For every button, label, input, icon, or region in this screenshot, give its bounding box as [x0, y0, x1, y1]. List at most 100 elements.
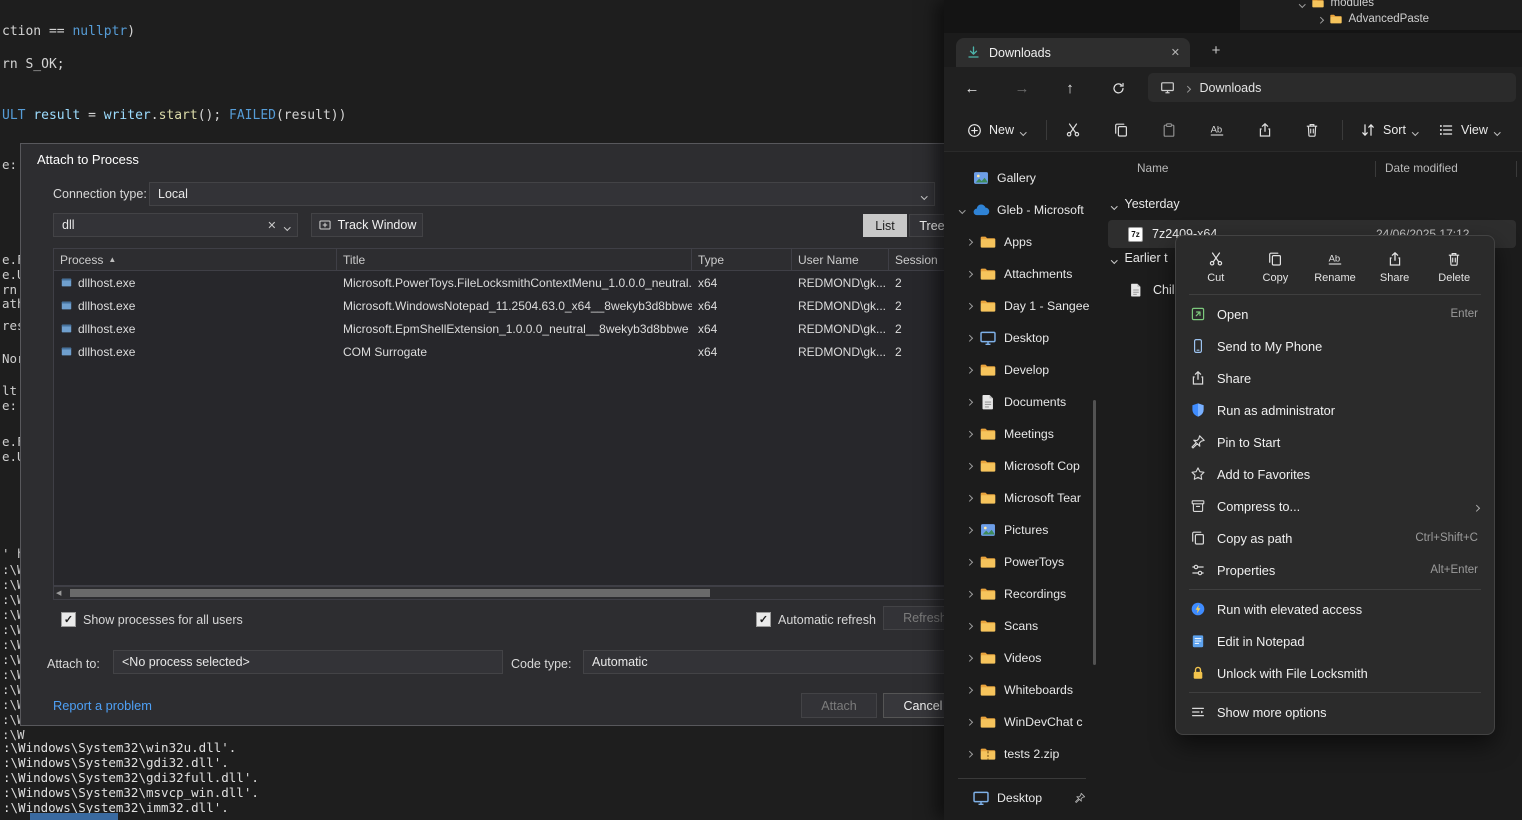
sidebar-item-apps[interactable]: Apps [952, 226, 1092, 258]
sidebar-scrollbar[interactable] [1093, 400, 1096, 665]
menu-item-open[interactable]: Open Enter [1180, 298, 1490, 330]
code-type-field[interactable]: Automatic [583, 650, 944, 674]
downloads-tab[interactable]: Downloads ✕ [956, 38, 1190, 67]
elevated-access-icon [1190, 601, 1206, 617]
menu-item-unlock-file-locksmith[interactable]: Unlock with File Locksmith [1180, 657, 1490, 689]
sort-button[interactable]: Sort [1352, 116, 1425, 144]
forward-button[interactable]: → [1010, 76, 1034, 100]
horizontal-scrollbar[interactable]: ◀ [53, 586, 944, 600]
sidebar-item-videos[interactable]: Videos [952, 642, 1092, 674]
connection-type-select[interactable]: Local [149, 182, 935, 206]
sidebar-item-meetings[interactable]: Meetings [952, 418, 1092, 450]
sidebar-item-tests-zip[interactable]: tests 2.zip [952, 738, 1092, 770]
list-view-button[interactable]: List [863, 214, 907, 237]
menu-item-copy-as-path[interactable]: Copy as path Ctrl+Shift+C [1180, 522, 1490, 554]
menu-item-show-more-options[interactable]: Show more options [1180, 696, 1490, 728]
quick-action-cut[interactable]: Cut [1186, 243, 1246, 291]
group-header-earlier[interactable]: Earlier t [1112, 251, 1168, 265]
address-bar[interactable]: Downloads [1148, 73, 1516, 102]
close-tab-icon[interactable]: ✕ [1171, 46, 1180, 59]
process-filter-input[interactable]: dll ✕ [53, 213, 298, 237]
quick-action-label: Rename [1314, 272, 1356, 284]
sidebar-item-windevchat[interactable]: WinDevChat c [952, 706, 1092, 738]
menu-item-edit-in-notepad[interactable]: Edit in Notepad [1180, 625, 1490, 657]
sidebar-item-onedrive[interactable]: Gleb - Microsoft [952, 194, 1092, 226]
column-header-type[interactable]: Type [692, 249, 792, 270]
column-header-title[interactable]: Title [337, 249, 692, 270]
track-window-button[interactable]: Track Window [311, 213, 423, 237]
up-button[interactable]: ↑ [1058, 76, 1082, 100]
quick-action-copy[interactable]: Copy [1246, 243, 1306, 291]
sidebar-item-gallery[interactable]: Gallery [952, 162, 1092, 194]
back-button[interactable]: ← [960, 76, 984, 100]
copy-button[interactable] [1104, 116, 1138, 144]
menu-item-run-as-administrator[interactable]: Run as administrator [1180, 394, 1490, 426]
sidebar-item-attachments[interactable]: Attachments [952, 258, 1092, 290]
new-button[interactable]: New [958, 116, 1035, 144]
refresh-button[interactable] [1106, 76, 1130, 100]
share-button[interactable] [1248, 116, 1282, 144]
clear-filter-icon[interactable]: ✕ [267, 219, 276, 232]
column-divider[interactable] [1375, 161, 1376, 177]
menu-item-add-to-favorites[interactable]: Add to Favorites [1180, 458, 1490, 490]
cancel-button[interactable]: Cancel [883, 693, 944, 718]
cut-button[interactable] [1056, 116, 1090, 144]
sidebar-item-scans[interactable]: Scans [952, 610, 1092, 642]
table-row[interactable]: dllhost.exe Microsoft.PowerToys.FileLock… [54, 271, 944, 294]
tree-item-advancedpaste[interactable]: AdvancedPaste [1318, 12, 1429, 26]
column-header-user[interactable]: User Name [792, 249, 889, 270]
show-processes-checkbox[interactable]: ✓ [61, 612, 76, 627]
paste-button[interactable] [1152, 116, 1186, 144]
tree-item-modules[interactable]: modules [1300, 0, 1374, 10]
menu-item-pin-to-start[interactable]: Pin to Start [1180, 426, 1490, 458]
column-header-process[interactable]: Process▲ [54, 249, 337, 270]
column-divider[interactable] [1516, 161, 1517, 177]
menu-item-compress-to[interactable]: Compress to... [1180, 490, 1490, 522]
sidebar-item-label: WinDevChat c [1004, 715, 1083, 729]
menu-item-properties[interactable]: Properties Alt+Enter [1180, 554, 1490, 586]
attach-button[interactable]: Attach [801, 693, 877, 718]
report-problem-link[interactable]: Report a problem [53, 698, 152, 713]
table-row[interactable]: dllhost.exe COM Surrogate x64 REDMOND\gk… [54, 340, 944, 363]
filter-dropdown-icon[interactable] [285, 218, 290, 232]
view-button[interactable]: View [1430, 116, 1507, 144]
new-tab-button[interactable]: + [1206, 40, 1226, 60]
automatic-refresh-checkbox[interactable]: ✓ [756, 612, 771, 627]
sidebar-item-whiteboards[interactable]: Whiteboards [952, 674, 1092, 706]
process-type: x64 [698, 345, 717, 359]
tree-view-button[interactable]: Tree [909, 214, 944, 237]
menu-item-share[interactable]: Share [1180, 362, 1490, 394]
folder-icon [979, 617, 997, 635]
rename-button[interactable] [1200, 116, 1234, 144]
quick-action-share[interactable]: Share [1365, 243, 1425, 291]
column-header-name[interactable]: Name [1137, 161, 1168, 175]
sidebar-item-microsoft-tear[interactable]: Microsoft Tear [952, 482, 1092, 514]
menu-item-run-with-elevated-access[interactable]: Run with elevated access [1180, 593, 1490, 625]
attach-to-field[interactable]: <No process selected> [113, 650, 503, 674]
code-text: rn S_OK; [2, 57, 65, 72]
table-row[interactable]: dllhost.exe Microsoft.EpmShellExtension_… [54, 317, 944, 340]
sidebar-item-desktop-pinned[interactable]: Desktop [952, 782, 1092, 814]
table-row[interactable]: dllhost.exe Microsoft.WindowsNotepad_11.… [54, 294, 944, 317]
scroll-left-icon[interactable]: ◀ [56, 588, 61, 599]
quick-action-rename[interactable]: Rename [1305, 243, 1365, 291]
sidebar-item-label: Scans [1004, 619, 1038, 633]
sidebar-item-documents[interactable]: Documents [952, 386, 1092, 418]
column-header-session[interactable]: Session [889, 249, 944, 270]
group-label: Yesterday [1125, 197, 1180, 211]
sidebar-item-powertoys[interactable]: PowerToys [952, 546, 1092, 578]
sidebar-item-day1[interactable]: Day 1 - Sangee [952, 290, 1092, 322]
sidebar-item-microsoft-cop[interactable]: Microsoft Cop [952, 450, 1092, 482]
sidebar-item-pictures[interactable]: Pictures [952, 514, 1092, 546]
scrollbar-thumb[interactable] [70, 589, 710, 597]
sidebar-item-recordings[interactable]: Recordings [952, 578, 1092, 610]
group-header-yesterday[interactable]: Yesterday [1112, 197, 1180, 211]
sidebar-item-desktop[interactable]: Desktop [952, 322, 1092, 354]
sidebar-item-develop[interactable]: Develop [952, 354, 1092, 386]
column-header-date-modified[interactable]: Date modified [1385, 161, 1458, 175]
refresh-button[interactable]: Refresh [883, 606, 944, 630]
tree-item-label: AdvancedPaste [1349, 13, 1430, 25]
menu-item-send-to-phone[interactable]: Send to My Phone [1180, 330, 1490, 362]
delete-button[interactable] [1295, 116, 1329, 144]
quick-action-delete[interactable]: Delete [1424, 243, 1484, 291]
